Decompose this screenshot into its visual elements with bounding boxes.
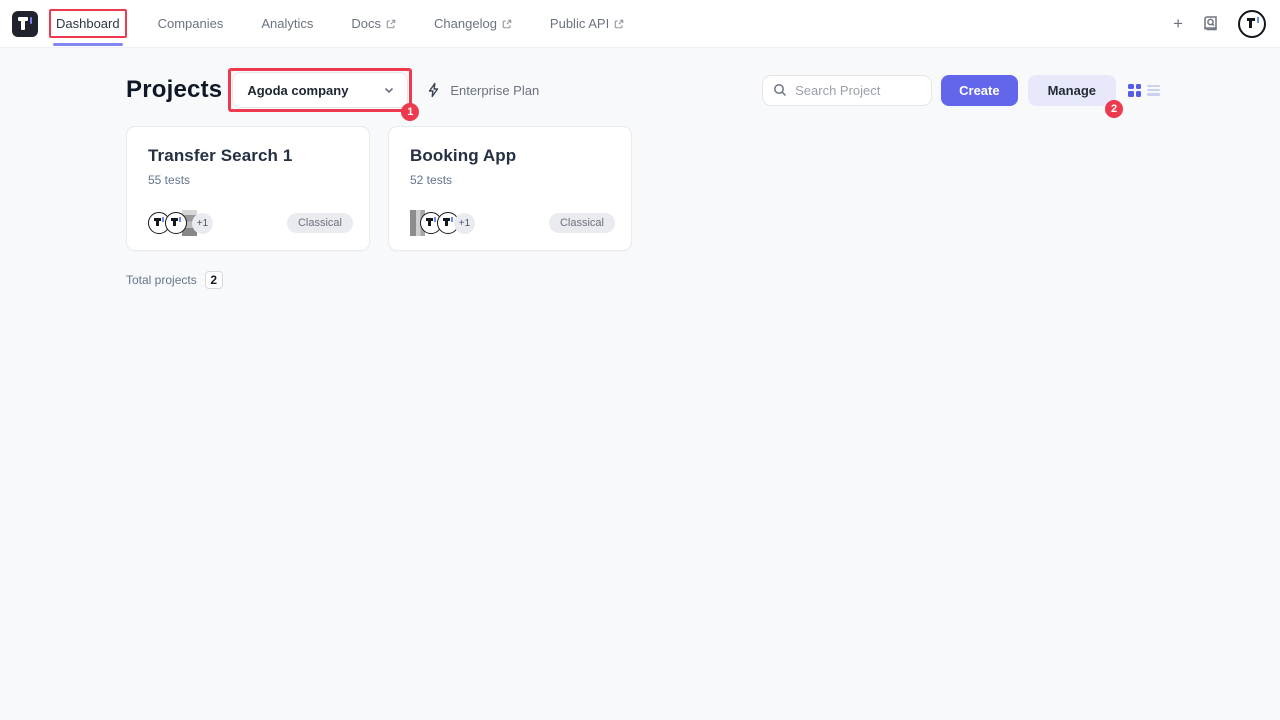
project-test-count: 55 tests [148, 173, 349, 187]
company-selector-wrap: Agoda company 1 [232, 72, 408, 108]
nav-item-dashboard[interactable]: Dashboard [56, 16, 120, 31]
company-selected-value: Agoda company [247, 83, 348, 98]
member-avatar [165, 212, 187, 234]
nav-label: Companies [158, 16, 224, 31]
toolbar-right: Create Manage 2 [762, 75, 1160, 106]
totals-label: Total projects [126, 273, 197, 287]
external-link-icon [386, 19, 396, 29]
user-avatar[interactable] [1238, 10, 1266, 38]
card-footer: +1 Classical [410, 210, 615, 236]
top-nav-bar: Dashboard Companies Analytics Docs Chang… [0, 0, 1280, 48]
grid-view-icon[interactable] [1128, 84, 1141, 97]
nav-item-analytics[interactable]: Analytics [261, 16, 313, 31]
header-right-actions: + [1173, 10, 1266, 38]
external-link-icon [502, 19, 512, 29]
project-card-booking-app[interactable]: Booking App 52 tests +1 Classical [388, 126, 632, 251]
nav-item-docs[interactable]: Docs [351, 16, 396, 31]
project-card-grid: Transfer Search 1 55 tests +1 Classical … [126, 126, 1280, 251]
app-logo[interactable] [12, 11, 38, 37]
search-icon [773, 83, 787, 97]
member-avatars: +1 [410, 210, 475, 236]
member-avatars: +1 [148, 210, 213, 236]
search-input[interactable] [795, 83, 915, 98]
view-toggle [1128, 84, 1160, 97]
nav-label: Analytics [261, 16, 313, 31]
lightning-bolt-icon [426, 82, 442, 98]
project-type-badge: Classical [549, 213, 615, 233]
company-selector[interactable]: Agoda company [232, 72, 408, 108]
projects-toolbar: Projects Agoda company 1 Enterprise Plan… [126, 70, 1160, 110]
annotation-step-1: 1 [401, 103, 419, 121]
more-members-badge: +1 [192, 213, 213, 234]
active-tab-underline [53, 43, 123, 46]
list-view-icon[interactable] [1147, 84, 1160, 97]
project-card-transfer-search-1[interactable]: Transfer Search 1 55 tests +1 Classical [126, 126, 370, 251]
page-title: Projects [126, 76, 222, 104]
card-footer: +1 Classical [148, 210, 353, 236]
project-name: Booking App [410, 146, 611, 166]
search-box [762, 75, 932, 106]
nav-label: Public API [550, 16, 609, 31]
project-name: Transfer Search 1 [148, 146, 349, 166]
annotation-step-2: 2 [1105, 100, 1123, 118]
plan-indicator: Enterprise Plan [426, 82, 539, 98]
manage-button[interactable]: Manage [1028, 75, 1116, 106]
annotation-box-dashboard [49, 9, 127, 38]
create-button[interactable]: Create [941, 75, 1017, 106]
nav-item-public-api[interactable]: Public API [550, 16, 624, 31]
add-icon[interactable]: + [1173, 15, 1183, 32]
plan-label: Enterprise Plan [450, 83, 539, 98]
manage-button-wrap: Manage 2 [1028, 75, 1116, 106]
nav-item-companies[interactable]: Companies [158, 16, 224, 31]
main-nav: Dashboard Companies Analytics Docs Chang… [56, 16, 624, 31]
nav-label: Docs [351, 16, 381, 31]
external-link-icon [614, 19, 624, 29]
totals-count-badge: 2 [205, 271, 223, 289]
search-docs-icon[interactable] [1202, 15, 1219, 32]
project-test-count: 52 tests [410, 173, 611, 187]
project-type-badge: Classical [287, 213, 353, 233]
chevron-down-icon [383, 84, 395, 96]
totals-row: Total projects 2 [126, 271, 1280, 289]
nav-item-changelog[interactable]: Changelog [434, 16, 512, 31]
nav-label: Changelog [434, 16, 497, 31]
more-members-badge: +1 [454, 213, 475, 234]
